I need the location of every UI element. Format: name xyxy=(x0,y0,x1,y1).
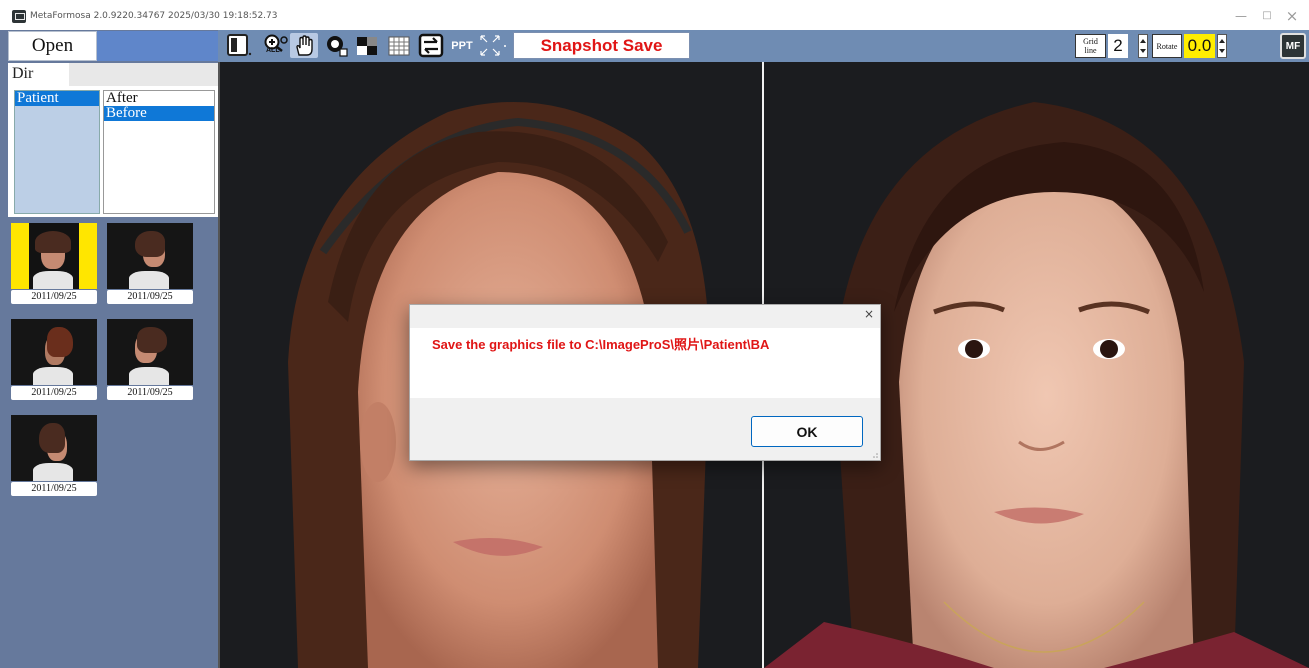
open-button[interactable]: Open xyxy=(8,31,97,61)
thumbnail-image xyxy=(107,223,193,289)
toolbar: ALL PPT Snapshot Save Grid line 2 Rotate… xyxy=(218,30,1309,62)
left-panel: Open Dir Patient After Before 2011/09/25… xyxy=(0,30,218,668)
layout-button[interactable] xyxy=(226,33,252,58)
grid-button[interactable] xyxy=(386,33,412,58)
resize-grip-icon[interactable] xyxy=(871,451,879,459)
minimize-button[interactable]: — xyxy=(1231,8,1251,24)
fullscreen-icon xyxy=(480,35,506,56)
thumbnail-left-profile[interactable]: 2011/09/25 xyxy=(8,316,100,404)
contrast-button[interactable] xyxy=(354,33,380,58)
thumbnail-right-oblique[interactable]: 2011/09/25 xyxy=(104,220,196,308)
open-bar xyxy=(97,31,218,61)
dialog-title-bar xyxy=(410,305,880,328)
grid-value-field[interactable]: 2 xyxy=(1108,34,1128,58)
dir-tab[interactable]: Dir xyxy=(8,63,69,86)
thumbnail-date: 2011/09/25 xyxy=(11,290,97,304)
zoom-all-label: ALL xyxy=(266,47,280,54)
thumbnail-date: 2011/09/25 xyxy=(107,386,193,400)
close-button[interactable]: × xyxy=(1282,8,1302,24)
directory-tree: Patient After Before xyxy=(8,86,218,217)
swap-button[interactable] xyxy=(418,33,444,58)
layout-icon xyxy=(227,34,252,56)
pan-button[interactable] xyxy=(290,33,318,58)
grid-line-label: Grid line xyxy=(1075,34,1106,58)
dialog-close-button[interactable]: × xyxy=(864,307,874,321)
spinner-arrows-icon xyxy=(1219,39,1225,53)
window-title: MetaFormosa 2.0.9220.34767 2025/03/30 19… xyxy=(30,11,278,21)
thumbnail-front[interactable]: 2011/09/25 xyxy=(8,220,100,308)
ppt-label: PPT xyxy=(451,39,473,52)
snapshot-save-button[interactable]: Snapshot Save xyxy=(513,32,690,59)
zoom-all-icon xyxy=(264,34,288,52)
list-item-patient[interactable]: Patient xyxy=(15,91,99,106)
mf-logo: MF xyxy=(1280,33,1306,59)
zoom-all-button[interactable]: ALL xyxy=(262,33,288,58)
title-bar: MetaFormosa 2.0.9220.34767 2025/03/30 19… xyxy=(0,0,1309,30)
ppt-button[interactable]: PPT xyxy=(448,33,476,58)
rotate-value-field[interactable]: 0.0 xyxy=(1184,34,1215,58)
rotate-label: Rotate xyxy=(1152,34,1182,58)
thumbnail-left-oblique[interactable]: 2011/09/25 xyxy=(104,316,196,404)
grid-value-spinner[interactable] xyxy=(1138,34,1148,58)
thumbnail-image xyxy=(11,319,97,385)
app-icon xyxy=(12,10,26,23)
list-item-after[interactable]: After xyxy=(104,91,214,106)
camera-button[interactable] xyxy=(324,33,350,58)
grid-icon xyxy=(388,36,410,55)
checker-icon xyxy=(357,36,377,55)
swap-icon xyxy=(418,33,444,58)
thumbnail-image xyxy=(11,415,97,481)
mf-logo-text: MF xyxy=(1285,40,1301,52)
hand-icon xyxy=(296,34,313,56)
save-dialog: × Save the graphics file to C:\ImageProS… xyxy=(409,304,881,461)
thumbnail-image xyxy=(107,319,193,385)
maximize-button[interactable]: □ xyxy=(1257,8,1277,24)
grid-line-label-line2: line xyxy=(1084,46,1097,55)
session-list[interactable]: After Before xyxy=(103,90,215,214)
thumbnail-right-profile[interactable]: 2011/09/25 xyxy=(8,412,100,500)
thumbnail-date: 2011/09/25 xyxy=(107,290,193,304)
grid-line-label-line1: Grid xyxy=(1083,37,1098,46)
thumbnail-date: 2011/09/25 xyxy=(11,386,97,400)
ok-button[interactable]: OK xyxy=(751,416,863,447)
camera-icon xyxy=(327,36,348,57)
dialog-message: Save the graphics file to C:\ImageProS\照… xyxy=(432,337,770,352)
tab-strip xyxy=(69,63,218,86)
fullscreen-button[interactable] xyxy=(478,33,508,58)
list-item-before[interactable]: Before xyxy=(104,106,214,121)
thumbnail-date: 2011/09/25 xyxy=(11,482,97,496)
spinner-arrows-icon xyxy=(1140,39,1146,53)
thumbnail-image xyxy=(11,223,97,289)
rotate-value-spinner[interactable] xyxy=(1217,34,1227,58)
patient-list[interactable]: Patient xyxy=(14,90,100,214)
